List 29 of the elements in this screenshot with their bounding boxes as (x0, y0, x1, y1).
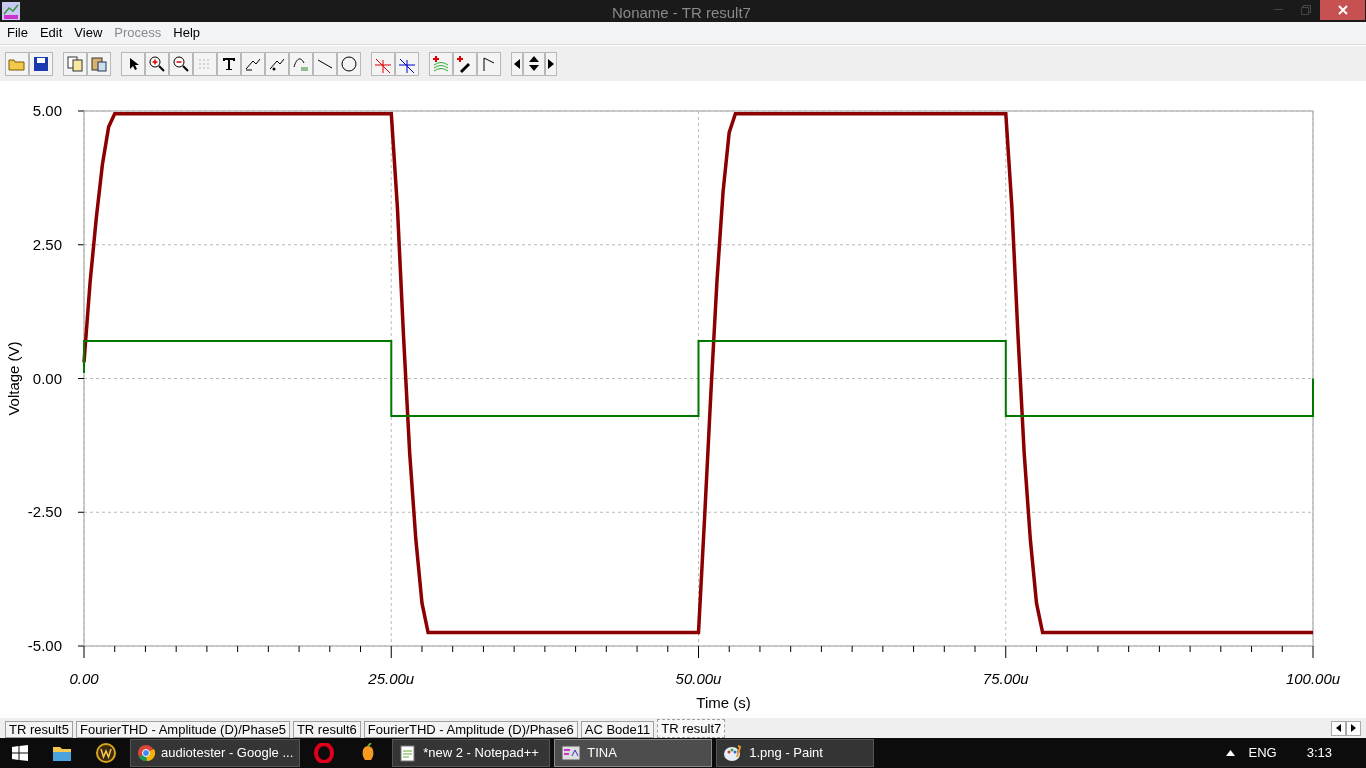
y-tick-label: -2.50 (27, 503, 62, 521)
y-tick-label: 0.00 (32, 369, 62, 387)
language-indicator[interactable]: ENG (1248, 743, 1277, 763)
menu-item[interactable]: File (1, 23, 34, 43)
y-tick-label: 5.00 (32, 102, 62, 119)
sheet-tab[interactable]: TR result6 (292, 721, 361, 738)
y-tick-label: -5.00 (27, 637, 62, 654)
x-axis-title: Time (s) (696, 694, 751, 711)
taskbar-button[interactable]: 1.png - Paint (716, 739, 875, 767)
sheet-tab[interactable]: TR result5 (5, 721, 73, 738)
y-axis-title: Voltage (V) (5, 341, 22, 416)
menu-item[interactable]: Help (167, 23, 207, 43)
sheet-tab[interactable]: AC Bode11 (580, 721, 655, 738)
clock[interactable]: 3:13 (1306, 743, 1332, 763)
x-tick-label: 50.00u (675, 670, 722, 687)
x-tick-label: 25.00u (368, 670, 415, 687)
taskbar-button[interactable]: TINA (554, 739, 713, 767)
taskbar-button[interactable]: audiotester - Google ... (130, 739, 301, 767)
x-tick-label: 0.00 (69, 670, 99, 687)
sheet-tab[interactable]: FourierTHD - Amplitude (D)/Phase6 (363, 721, 578, 738)
menu-item[interactable]: View (68, 23, 109, 43)
taskbar-button[interactable]: *new 2 - Notepad++ (392, 739, 551, 767)
y-tick-label: 2.50 (32, 235, 62, 253)
menu-item[interactable]: Edit (33, 23, 69, 43)
window-title: Noname - TR result7 (612, 3, 751, 23)
x-tick-label: 100.00u (1285, 670, 1341, 687)
x-tick-label: 75.00u (982, 670, 1029, 687)
sheet-tab[interactable]: FourierTHD - Amplitude (D)/Phase5 (75, 721, 290, 738)
sheet-tab[interactable]: TR result7 (657, 719, 726, 738)
